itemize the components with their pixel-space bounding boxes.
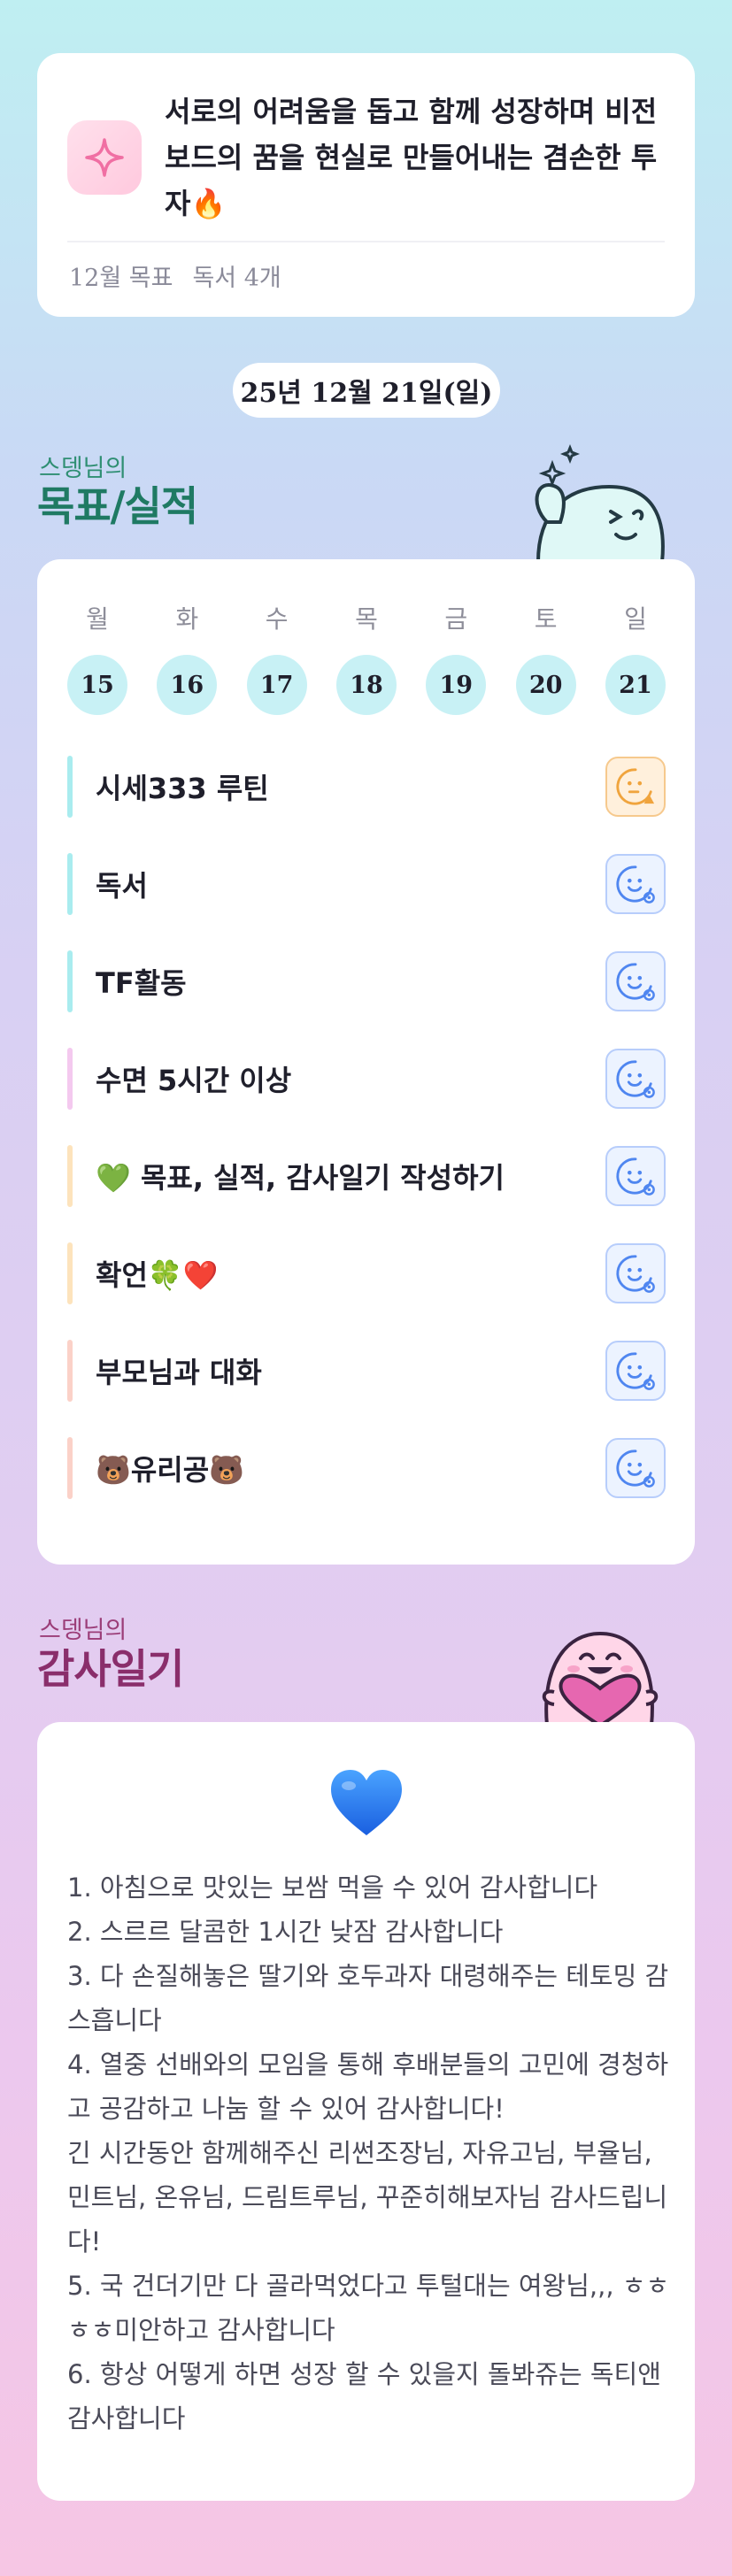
task-row[interactable]: 독서 (67, 853, 666, 915)
divider (67, 241, 665, 242)
task-row[interactable]: 🐻유리공🐻 (67, 1437, 666, 1499)
date-button[interactable]: 18 (335, 655, 397, 715)
status-done-button[interactable] (605, 854, 666, 914)
status-done-button[interactable] (605, 1341, 666, 1401)
weekday-label: 월 (86, 604, 109, 634)
date-button[interactable]: 19 (426, 655, 487, 715)
goal-text: 서로의 어려움을 돕고 함께 성장하며 비전보드의 꿈을 현실로 만들어내는 겸… (165, 95, 658, 220)
status-warning-button[interactable] (605, 757, 666, 817)
status-done-button[interactable] (605, 1049, 666, 1109)
face-check-icon (616, 1060, 655, 1098)
status-done-button[interactable] (605, 951, 666, 1011)
task-label: 독서 (96, 869, 148, 903)
date-row: 15 16 17 18 19 20 21 (67, 655, 666, 715)
face-check-icon (616, 1255, 655, 1293)
face-warning-icon (616, 768, 655, 805)
face-check-icon (616, 963, 655, 1001)
face-check-icon (616, 1157, 655, 1196)
date-button[interactable]: 20 (515, 655, 576, 715)
task-color-bar (67, 756, 73, 818)
weekday-label: 수 (265, 604, 289, 634)
diary-text: 1. 아침으로 맛있는 보쌈 먹을 수 있어 감사합니다 2. 스르르 달콤한 … (67, 1872, 670, 2434)
task-row[interactable]: 확언🍀❤️ (67, 1242, 666, 1304)
status-done-button[interactable] (605, 1243, 666, 1303)
task-color-bar (67, 853, 73, 915)
task-row[interactable]: TF활동 (67, 950, 666, 1012)
weekday-label: 화 (175, 604, 199, 634)
face-check-icon (616, 1352, 655, 1390)
task-label: 수면 5시간 이상 (96, 1064, 292, 1097)
goal-month-label: 12월 목표 (69, 265, 173, 292)
goals-section-title: 목표/실적 (37, 482, 198, 530)
task-row[interactable]: 수면 5시간 이상 (67, 1048, 666, 1110)
task-color-bar (67, 1340, 73, 1402)
weekday-label: 목 (355, 604, 378, 634)
task-label: 💚 목표, 실적, 감사일기 작성하기 (96, 1161, 505, 1195)
diary-section-title: 감사일기 (37, 1645, 184, 1693)
task-label: 🐻유리공🐻 (96, 1453, 245, 1487)
goal-reading-label: 독서 4개 (192, 265, 281, 292)
weekday-label: 토 (534, 604, 558, 634)
date-button[interactable]: 16 (157, 655, 218, 715)
task-label: TF활동 (96, 966, 187, 1000)
date-label[interactable]: 25년 12월 21일(일) (233, 363, 500, 418)
date-button[interactable]: 15 (67, 655, 127, 715)
goal-card: 서로의 어려움을 돕고 함께 성장하며 비전보드의 꿈을 현실로 만들어내는 겸… (37, 53, 695, 317)
date-button[interactable]: 17 (246, 655, 307, 715)
weekday-label: 일 (624, 604, 647, 634)
task-label: 시세333 루틴 (96, 772, 269, 805)
task-label: 부모님과 대화 (96, 1356, 262, 1389)
weekly-goals-card: 월 화 수 목 금 토 일 15 16 17 18 19 20 21 시세333… (37, 559, 695, 1565)
date-button[interactable]: 21 (605, 655, 666, 715)
gratitude-diary-card: 1. 아침으로 맛있는 보쌈 먹을 수 있어 감사합니다 2. 스르르 달콤한 … (37, 1722, 695, 2501)
mint-mascot-icon (535, 443, 665, 562)
pink-mascot-heart-icon (542, 1631, 659, 1726)
goal-meta: 12월 목표 독서 4개 (69, 258, 281, 293)
weekday-row: 월 화 수 목 금 토 일 (67, 600, 666, 635)
sparkle-icon (67, 120, 142, 195)
face-check-icon (616, 865, 655, 904)
weekday-label: 금 (444, 604, 468, 634)
task-color-bar (67, 1048, 73, 1110)
task-label: 확언🍀❤️ (96, 1258, 219, 1292)
blue-heart-icon (331, 1770, 402, 1835)
status-done-button[interactable] (605, 1438, 666, 1498)
face-check-icon (616, 1449, 655, 1488)
task-color-bar (67, 1437, 73, 1499)
task-row[interactable]: 💚 목표, 실적, 감사일기 작성하기 (67, 1145, 666, 1207)
task-row[interactable]: 부모님과 대화 (67, 1340, 666, 1402)
task-row[interactable]: 시세333 루틴 (67, 756, 666, 818)
task-color-bar (67, 1242, 73, 1304)
task-color-bar (67, 950, 73, 1012)
status-done-button[interactable] (605, 1146, 666, 1206)
task-color-bar (67, 1145, 73, 1207)
